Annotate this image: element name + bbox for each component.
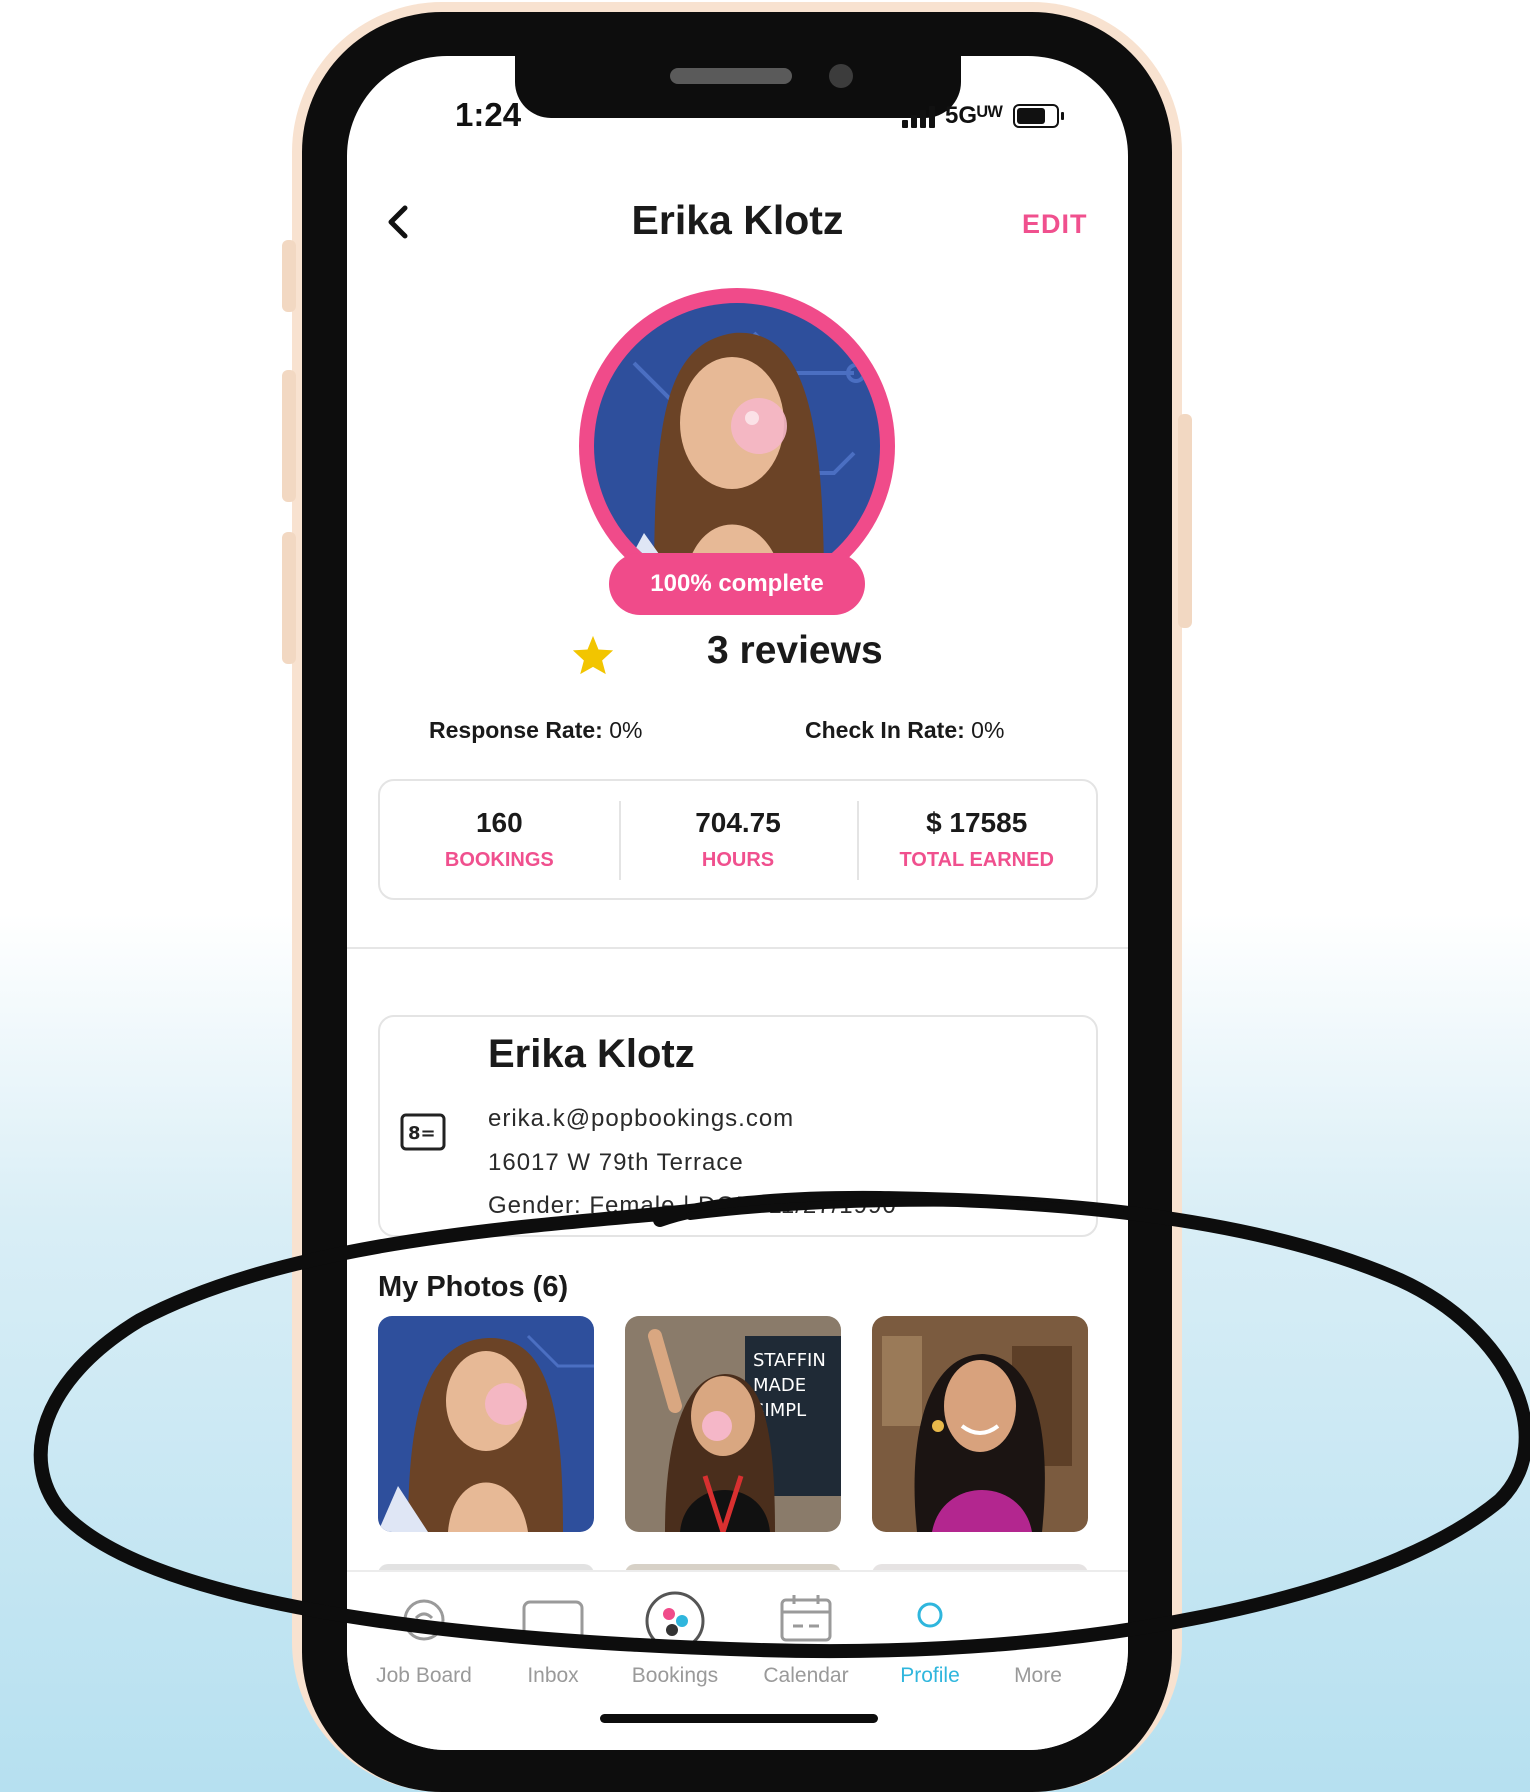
photos-title: My Photos (6)	[378, 1271, 569, 1303]
checkin-rate-label: Check In Rate:	[805, 717, 965, 743]
tab-label: Calendar	[763, 1664, 849, 1687]
svg-text:8=: 8=	[408, 1123, 436, 1144]
photo-image	[378, 1316, 594, 1532]
page-title: Erika Klotz	[631, 197, 844, 243]
svg-text:MADE: MADE	[753, 1375, 806, 1396]
job-board-icon	[403, 1599, 445, 1641]
response-rate-label: Response Rate:	[429, 717, 603, 743]
contact-info-card[interactable]: 8= Erika Klotz erika.k@popbookings.com 1…	[378, 1015, 1098, 1237]
response-rate-value: 0%	[609, 717, 643, 743]
stat-label: HOURS	[701, 849, 775, 871]
stat-hours[interactable]: 704.75 HOURS	[618, 781, 858, 898]
inbox-icon	[522, 1600, 584, 1642]
tab-calendar[interactable]: Calendar	[741, 1572, 871, 1692]
phone-screen: 1:24 5Gᵁᵂ Erika Klotz EDIT 100% complete	[347, 56, 1128, 1750]
stat-value: 704.75	[695, 807, 781, 838]
checkin-rate-value: 0%	[971, 717, 1005, 743]
status-time: 1:24	[455, 96, 522, 133]
network-label: 5Gᵁᵂ	[945, 102, 1003, 129]
avatar[interactable]	[594, 303, 880, 589]
photo-thumbnail[interactable]	[378, 1316, 594, 1532]
side-button	[282, 532, 296, 664]
star-icon	[572, 635, 614, 675]
completion-badge: 100% complete	[609, 553, 865, 615]
speaker	[670, 68, 792, 84]
signal-icon	[902, 104, 935, 128]
battery-icon	[1012, 104, 1064, 128]
home-indicator	[600, 1714, 878, 1723]
photo-thumbnail[interactable]	[872, 1316, 1088, 1532]
stat-value: $ 17585	[926, 807, 1028, 838]
photo-image: STAFFIN MADE SIMPL	[625, 1316, 841, 1532]
notch	[515, 56, 961, 118]
reviews-count[interactable]: 3 reviews	[707, 629, 883, 673]
edit-button[interactable]: EDIT	[1022, 209, 1088, 240]
bookings-icon	[645, 1591, 705, 1651]
tab-label: Inbox	[527, 1664, 579, 1687]
side-button	[282, 370, 296, 502]
tab-label: Bookings	[631, 1664, 719, 1687]
info-details: Gender: Female | DOB: 11/27/1990	[488, 1192, 897, 1219]
calendar-icon	[780, 1595, 832, 1642]
profile-icon	[917, 1602, 943, 1628]
stats-card: 160 BOOKINGS 704.75 HOURS $ 17585 TOTAL …	[378, 779, 1098, 900]
stat-bookings[interactable]: 160 BOOKINGS	[380, 781, 619, 898]
stat-value: 160	[475, 807, 523, 838]
tab-job-board[interactable]: Job Board	[359, 1572, 489, 1692]
tab-inbox[interactable]: Inbox	[488, 1572, 618, 1692]
tab-label: Job Board	[376, 1664, 472, 1687]
side-button	[282, 240, 296, 312]
bottom-tab-bar: Job Board Inbox Bookings Calendar Profil…	[347, 1570, 1128, 1750]
section-divider	[347, 947, 1128, 949]
tab-more[interactable]: More	[973, 1572, 1103, 1692]
id-card-icon: 8=	[400, 1113, 446, 1151]
photo-thumbnail[interactable]: STAFFIN MADE SIMPL	[625, 1316, 841, 1532]
svg-text:STAFFIN: STAFFIN	[753, 1350, 826, 1371]
photo-image	[872, 1316, 1088, 1532]
stat-label: BOOKINGS	[444, 849, 554, 871]
checkin-rate: Check In Rate: 0%	[805, 717, 1004, 744]
avatar-photo	[594, 303, 880, 589]
camera	[829, 64, 853, 88]
stat-total-earned[interactable]: $ 17585 TOTAL EARNED	[857, 781, 1096, 898]
tab-label: More	[1014, 1664, 1062, 1687]
response-rate: Response Rate: 0%	[429, 717, 642, 744]
tab-bookings[interactable]: Bookings	[610, 1572, 740, 1692]
info-address: 16017 W 79th Terrace	[488, 1149, 744, 1176]
side-button	[1178, 414, 1192, 628]
status-indicators: 5Gᵁᵂ	[902, 102, 1064, 130]
info-email: erika.k@popbookings.com	[488, 1105, 795, 1132]
stat-label: TOTAL EARNED	[899, 849, 1054, 871]
info-name: Erika Klotz	[488, 1032, 695, 1076]
